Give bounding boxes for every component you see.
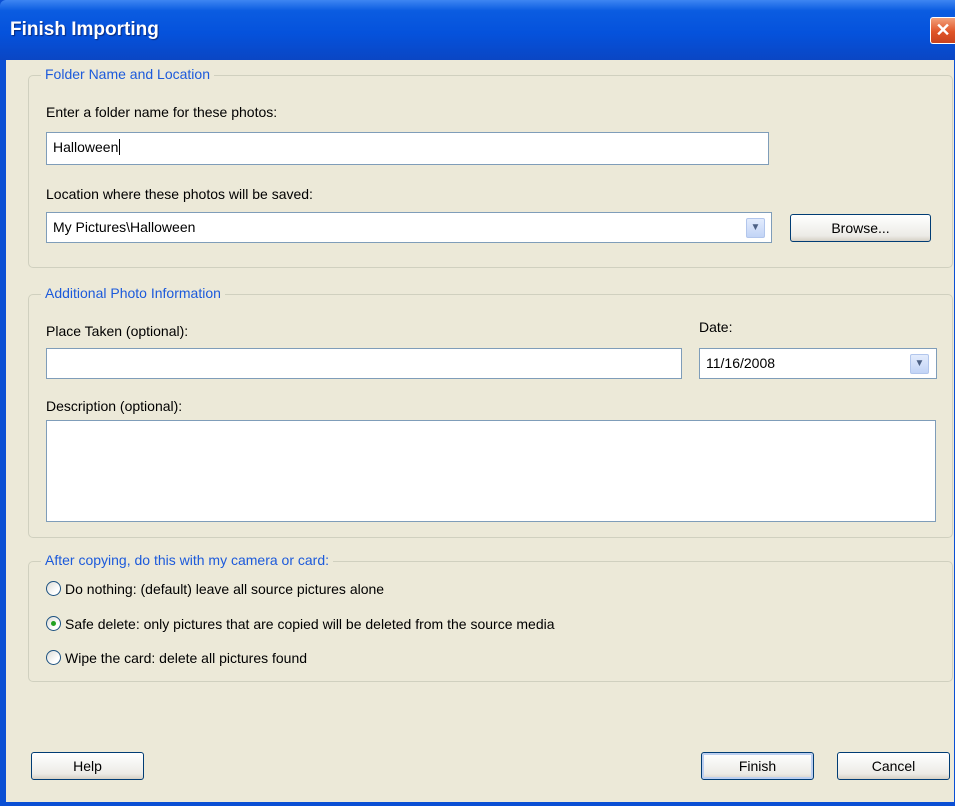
help-button[interactable]: Help xyxy=(31,752,144,780)
location-dropdown-button[interactable]: ▼ xyxy=(746,218,765,238)
description-label: Description (optional): xyxy=(46,398,183,414)
cancel-button[interactable]: Cancel xyxy=(837,752,950,780)
location-select[interactable]: My Pictures\Halloween xyxy=(46,212,772,243)
date-dropdown-button[interactable]: ▼ xyxy=(910,354,929,374)
date-value: 11/16/2008 xyxy=(706,355,776,371)
radio-selected-dot xyxy=(51,621,56,626)
location-value: My Pictures\Halloween xyxy=(53,219,196,235)
finish-importing-dialog: Finish Importing ✕ Folder Name and Locat… xyxy=(0,0,955,806)
place-taken-input[interactable] xyxy=(46,348,682,379)
text-caret xyxy=(119,139,121,155)
photo-info-group-legend: Additional Photo Information xyxy=(41,285,225,301)
folder-name-input[interactable]: Halloween xyxy=(46,132,769,165)
date-label: Date: xyxy=(699,319,733,335)
finish-button[interactable]: Finish xyxy=(701,752,814,780)
folder-name-value: Halloween xyxy=(53,139,119,155)
close-button[interactable]: ✕ xyxy=(930,17,955,44)
date-picker[interactable]: 11/16/2008 xyxy=(699,348,937,379)
title-bar[interactable]: Finish Importing ✕ xyxy=(0,0,955,60)
browse-button[interactable]: Browse... xyxy=(790,214,931,242)
description-textarea[interactable] xyxy=(46,420,936,522)
folder-group-legend: Folder Name and Location xyxy=(41,66,214,82)
chevron-down-icon: ▼ xyxy=(914,358,925,369)
location-label: Location where these photos will be save… xyxy=(46,186,313,202)
chevron-down-icon: ▼ xyxy=(750,222,761,233)
radio-wipe-card-button[interactable] xyxy=(46,650,61,665)
window-title: Finish Importing xyxy=(10,19,159,40)
after-copying-group-legend: After copying, do this with my camera or… xyxy=(41,552,333,568)
radio-safe-delete-label: Safe delete: only pictures that are copi… xyxy=(65,616,555,632)
radio-do-nothing-button[interactable] xyxy=(46,581,61,596)
radio-wipe-card-label: Wipe the card: delete all pictures found xyxy=(65,650,308,666)
place-taken-label: Place Taken (optional): xyxy=(46,323,189,339)
radio-safe-delete-button[interactable] xyxy=(46,616,61,631)
close-icon: ✕ xyxy=(935,20,951,40)
folder-name-label: Enter a folder name for these photos: xyxy=(46,104,278,120)
radio-do-nothing-label: Do nothing: (default) leave all source p… xyxy=(65,581,385,597)
